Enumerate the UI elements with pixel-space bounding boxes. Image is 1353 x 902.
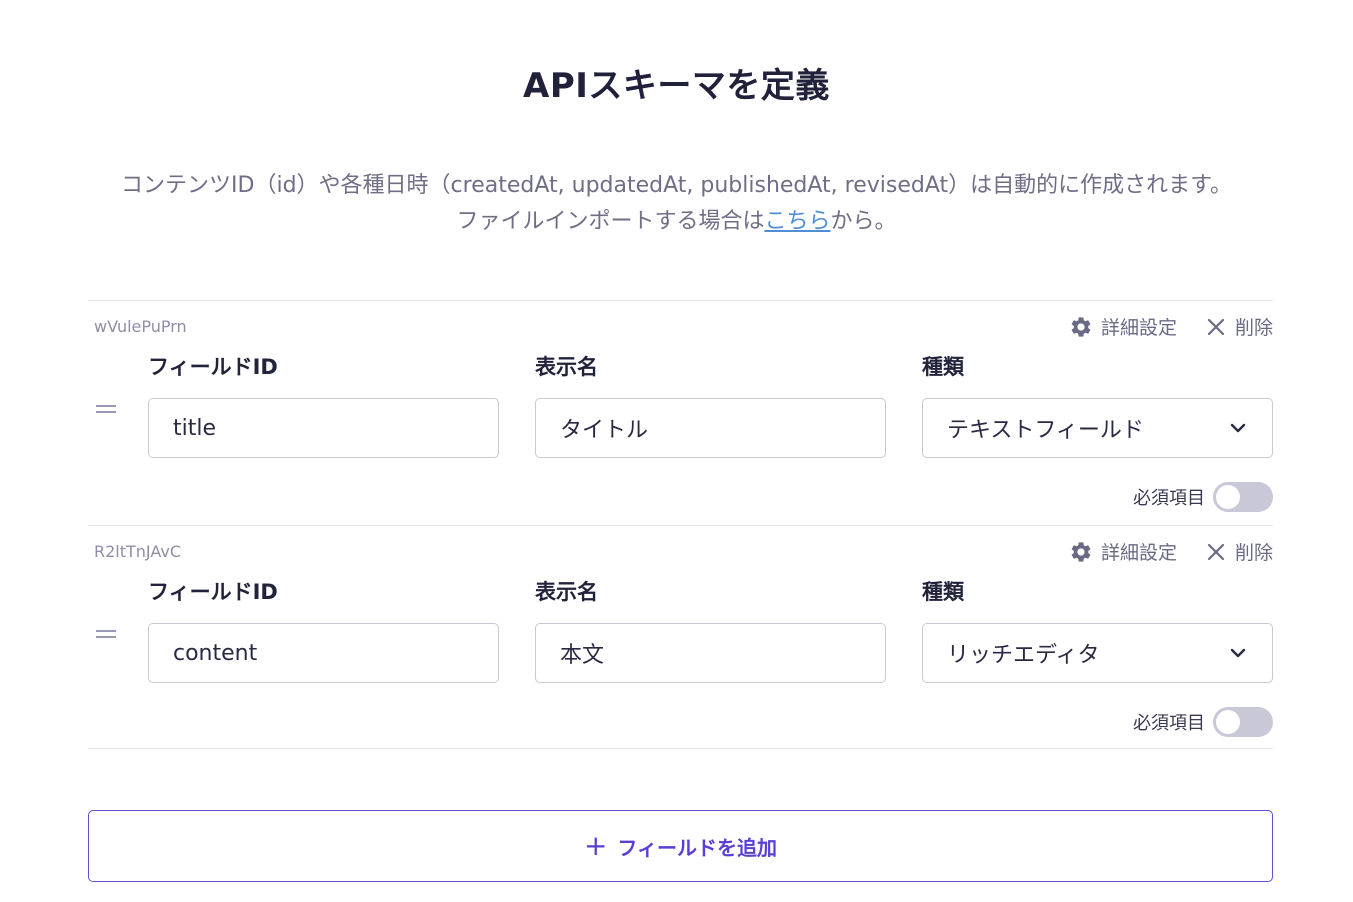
settings-label: 詳細設定 (1100, 542, 1177, 564)
type-column: 種類 リッチエディタ (922, 578, 1273, 683)
plus-icon: + (583, 829, 608, 862)
drag-handle-icon[interactable] (96, 405, 118, 417)
close-icon (1207, 318, 1225, 335)
type-column: 種類 テキストフィールド (922, 353, 1273, 458)
field-id-label: フィールドID (148, 580, 278, 604)
required-toggle-group: 必須項目 (1133, 482, 1273, 512)
add-field-button[interactable]: + フィールドを追加 (88, 810, 1273, 882)
type-select[interactable]: テキストフィールド (922, 398, 1273, 458)
delete-button[interactable]: 削除 (1205, 538, 1273, 565)
display-name-input[interactable] (535, 398, 886, 458)
row-actions: 詳細設定 削除 (1069, 538, 1273, 565)
toggle-knob (1216, 485, 1240, 509)
delete-label: 削除 (1234, 542, 1273, 564)
gear-icon (1071, 541, 1091, 562)
settings-button[interactable]: 詳細設定 (1069, 313, 1177, 340)
description-line-2: ファイルインポートする場合はこちらから。 (0, 204, 1353, 240)
row-actions: 詳細設定 削除 (1069, 313, 1273, 340)
type-label: 種類 (922, 355, 964, 379)
delete-button[interactable]: 削除 (1205, 313, 1273, 340)
field-id-input[interactable] (148, 623, 499, 683)
required-label: 必須項目 (1133, 488, 1205, 509)
close-icon (1207, 543, 1225, 560)
required-label: 必須項目 (1133, 713, 1205, 734)
field-row: wVulePuPrn 詳細設定 削除 フィールドID 表示名 種類 テキストフィ… (88, 300, 1273, 525)
field-id-label: フィールドID (148, 355, 278, 379)
field-id-input[interactable] (148, 398, 499, 458)
type-label: 種類 (922, 580, 964, 604)
page-title: APIスキーマを定義 (523, 66, 830, 106)
display-name-column: 表示名 (535, 353, 886, 458)
display-name-input[interactable] (535, 623, 886, 683)
description-line-2-prefix: ファイルインポートする場合は (456, 209, 765, 234)
drag-handle-icon[interactable] (96, 630, 118, 642)
field-row-id: R2ltTnJAvC (94, 542, 182, 561)
required-toggle[interactable] (1213, 707, 1273, 737)
page-description: コンテンツID（id）や各種日時（createdAt, updatedAt, p… (0, 168, 1353, 240)
display-name-column: 表示名 (535, 578, 886, 683)
chevron-down-icon (1230, 648, 1246, 658)
type-select-value: テキストフィールド (947, 418, 1144, 443)
required-toggle[interactable] (1213, 482, 1273, 512)
description-line-2-suffix: から。 (830, 209, 897, 234)
chevron-down-icon (1230, 423, 1246, 433)
delete-label: 削除 (1234, 317, 1273, 339)
display-name-label: 表示名 (535, 355, 598, 379)
display-name-label: 表示名 (535, 580, 598, 604)
field-list: wVulePuPrn 詳細設定 削除 フィールドID 表示名 種類 テキストフィ… (88, 300, 1273, 749)
settings-label: 詳細設定 (1100, 317, 1177, 339)
field-id-column: フィールドID (148, 353, 499, 458)
toggle-knob (1216, 710, 1240, 734)
type-select-value: リッチエディタ (947, 643, 1100, 668)
field-row-id: wVulePuPrn (94, 317, 187, 336)
type-select[interactable]: リッチエディタ (922, 623, 1273, 683)
field-row: R2ltTnJAvC 詳細設定 削除 フィールドID 表示名 種類 リッチエディ… (88, 525, 1273, 749)
field-id-column: フィールドID (148, 578, 499, 683)
settings-button[interactable]: 詳細設定 (1069, 538, 1177, 565)
required-toggle-group: 必須項目 (1133, 707, 1273, 737)
gear-icon (1071, 316, 1091, 337)
description-line-1: コンテンツID（id）や各種日時（createdAt, updatedAt, p… (121, 173, 1232, 198)
add-field-label: フィールドを追加 (617, 835, 778, 860)
file-import-link[interactable]: こちら (764, 209, 830, 234)
